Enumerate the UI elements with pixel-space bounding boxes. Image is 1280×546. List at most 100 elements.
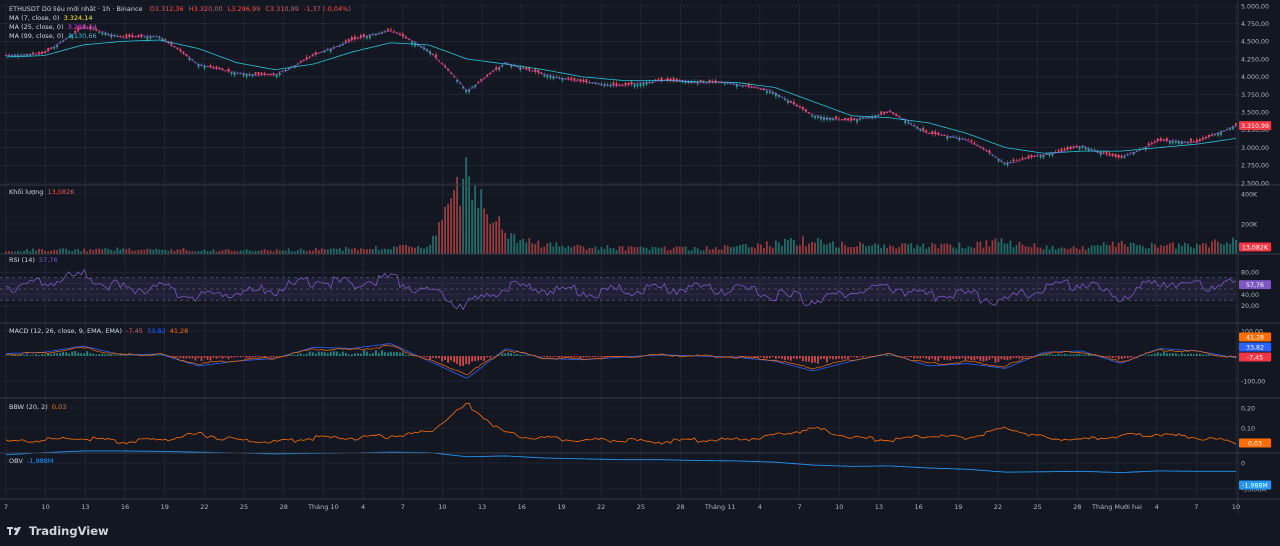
time-tick-label: 10	[438, 503, 446, 511]
macd-histogram-bar	[341, 351, 344, 356]
macd-histogram-bar	[597, 356, 600, 357]
candle-body	[236, 73, 239, 75]
candle-body	[726, 83, 729, 85]
ma7-legend[interactable]: MA (7, close, 0) 3.324,14	[9, 14, 351, 23]
volume-bar	[627, 246, 630, 254]
candle-body	[1123, 156, 1126, 158]
volume-bar	[522, 238, 525, 254]
volume-bar	[1114, 246, 1117, 254]
volume-bar	[705, 246, 708, 254]
macd-histogram-bar	[790, 356, 792, 361]
volume-bar	[278, 250, 281, 254]
candle-body	[838, 118, 840, 120]
volume-bar	[1150, 242, 1153, 254]
volume-bar	[943, 243, 946, 254]
macd-histogram-bar	[516, 353, 519, 356]
volume-bar	[426, 246, 428, 254]
macd-histogram-bar	[762, 356, 765, 359]
macd-histogram-bar	[1117, 356, 1120, 360]
volume-bar	[1180, 245, 1183, 254]
price-tick-label: 2.500,00	[1241, 180, 1269, 187]
volume-bar	[1060, 247, 1063, 254]
volume-bar	[783, 238, 786, 254]
volume-bar	[1229, 243, 1231, 254]
ma99-legend[interactable]: MA (99, close, 0) 3.130,66	[9, 32, 351, 41]
volume-bar	[423, 248, 425, 254]
time-tick-label: 19	[161, 503, 169, 511]
macd-histogram-bar	[561, 356, 564, 358]
volume-bar	[877, 244, 880, 254]
volume-bar	[1066, 249, 1069, 254]
volume-bar	[1054, 249, 1057, 254]
volume-bar	[546, 243, 549, 254]
volume-bar	[579, 245, 582, 254]
volume-bar	[281, 250, 284, 254]
volume-bar	[122, 248, 125, 254]
macd-legend[interactable]: MACD (12, 26, close, 9, EMA, EMA) -7,45 …	[9, 327, 188, 336]
volume-bar	[756, 243, 759, 254]
macd-histogram-bar	[323, 352, 326, 356]
ma99-value: 3.130,66	[67, 32, 97, 40]
volume-bar	[973, 247, 976, 254]
volume-bar	[862, 243, 864, 254]
volume-bar	[555, 242, 558, 254]
volume-bar	[762, 248, 765, 254]
macd-histogram-bar	[549, 356, 552, 358]
macd-histogram-bar	[985, 356, 988, 361]
volume-bar	[901, 243, 904, 254]
candle-body	[281, 71, 284, 73]
volume-bar	[146, 248, 149, 254]
volume-bar	[561, 245, 564, 254]
candle-body	[883, 111, 886, 114]
macd-histogram-bar	[1075, 354, 1078, 356]
macd-histogram-bar	[1012, 356, 1015, 359]
volume-bar	[573, 245, 576, 254]
volume-legend[interactable]: Khối lượng 13,082K	[9, 188, 74, 197]
volume-bar	[892, 246, 895, 254]
macd-histogram-bar	[576, 356, 579, 357]
bbw-legend[interactable]: BBW (20, 2) 0,03	[9, 403, 66, 412]
volume-bar	[603, 248, 606, 254]
chart-canvas[interactable]: 5.000,00 4.750,00 4.500,00 4.250,00 4.000,00…	[0, 0, 1280, 546]
macd-histogram-bar	[465, 356, 468, 365]
macd-histogram-bar	[29, 355, 31, 356]
macd-histogram-bar	[239, 356, 242, 358]
symbol-title[interactable]: ETHUSDT Dữ liệu mới nhất · 1h · Binance	[9, 5, 143, 13]
volume-bar	[654, 247, 657, 254]
volume-bar	[988, 246, 991, 254]
volume-bar	[925, 248, 928, 254]
volume-bar	[916, 244, 919, 254]
price-tick-label: 2.750,00	[1241, 163, 1269, 170]
rsi-legend[interactable]: RSI (14) 57,76	[9, 256, 58, 265]
macd-histogram-bar	[368, 353, 371, 356]
volume-bar	[814, 242, 816, 254]
volume-bar	[934, 244, 937, 254]
volume-bar	[38, 248, 40, 254]
time-tick-label: 25	[240, 503, 248, 511]
macd-histogram-bar	[928, 356, 931, 360]
candle-body	[53, 46, 56, 49]
candle-body	[390, 29, 392, 31]
volume-bar	[531, 243, 534, 254]
candle-body	[573, 77, 576, 81]
time-tick-label: 16	[121, 503, 129, 511]
volume-bar	[567, 245, 570, 254]
volume-bar	[465, 156, 468, 254]
obv-legend[interactable]: OBV -1,988M	[9, 457, 53, 466]
macd-histogram-bar	[1066, 354, 1069, 356]
macd-histogram-bar	[997, 356, 1000, 363]
macd-histogram-bar	[510, 352, 513, 356]
ma25-legend[interactable]: MA (25, close, 0) 3.292,34	[9, 23, 351, 32]
candle-body	[1108, 152, 1111, 155]
volume-bar	[1156, 247, 1159, 254]
tradingview-watermark[interactable]: TradingView	[6, 524, 109, 538]
volume-bar	[868, 245, 871, 254]
candle-body	[946, 136, 949, 140]
volume-bar	[432, 235, 434, 254]
volume-bar	[1208, 247, 1210, 254]
volume-bar	[212, 249, 215, 254]
volume-bar	[1042, 249, 1045, 254]
macd-histogram-bar	[910, 356, 913, 358]
volume-bar	[678, 246, 681, 254]
volume-bar	[1024, 246, 1027, 254]
